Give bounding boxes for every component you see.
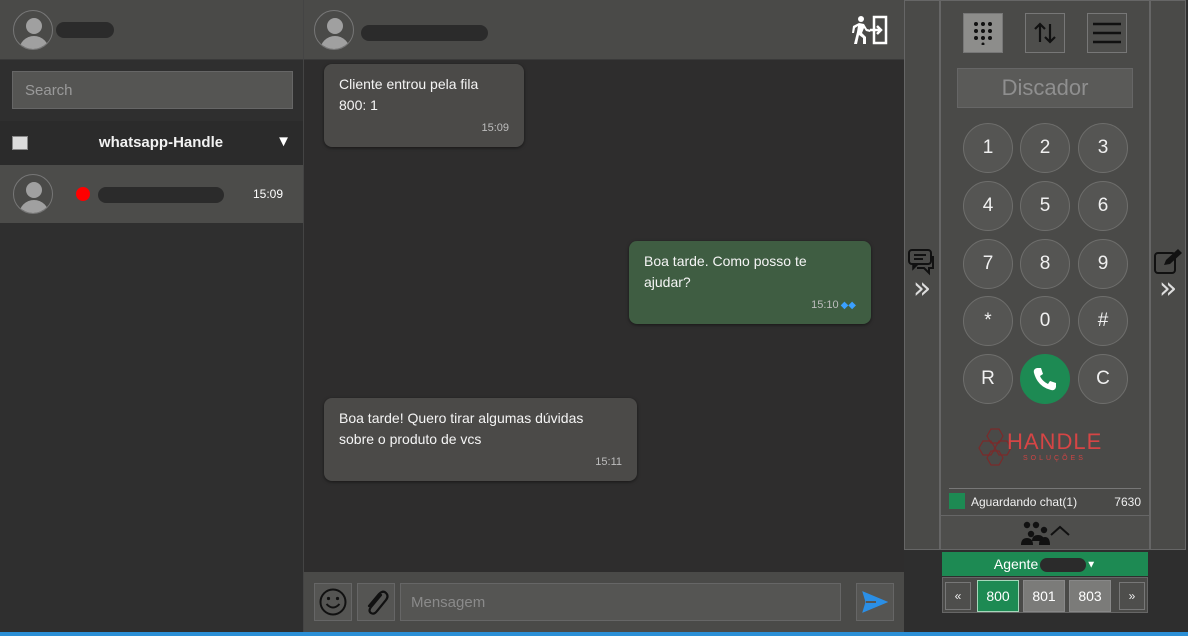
conversation-sidebar: whatsapp-Handle ▼ 15:09: [0, 0, 304, 632]
dial-key-0[interactable]: 0: [1020, 296, 1070, 346]
queue-next-button[interactable]: »: [1119, 582, 1145, 610]
redacted-contact-name: [98, 187, 224, 203]
message-outgoing: Boa tarde. Como posso te ajudar? 15:10 ◆◆: [629, 241, 871, 324]
message-incoming: Boa tarde! Quero tirar algumas dúvidas s…: [324, 398, 637, 481]
users-group-icon: [1021, 521, 1070, 545]
contact-avatar: [13, 174, 53, 214]
emoji-button[interactable]: [314, 583, 352, 621]
search-input[interactable]: [12, 71, 293, 109]
message-text: Boa tarde! Quero tirar algumas dúvidas s…: [339, 410, 584, 447]
read-receipt-icon: ◆◆: [840, 300, 856, 311]
paperclip-icon: [367, 590, 389, 615]
queue-selector: « 800 801 803 »: [942, 577, 1148, 613]
app-root: whatsapp-Handle ▼ 15:09 Client: [0, 0, 1188, 636]
notes-toggle[interactable]: »: [1150, 0, 1186, 550]
unread-status-dot: [76, 187, 90, 201]
dial-key-1[interactable]: 1: [963, 123, 1013, 173]
clear-key[interactable]: C: [1078, 354, 1128, 404]
dial-key-4[interactable]: 4: [963, 181, 1013, 231]
agent-selector[interactable]: Agente ▼: [942, 552, 1148, 576]
chat-panel: Cliente entrou pela fila 800: 1 15:09 Bo…: [304, 0, 904, 632]
queue-801[interactable]: 801: [1023, 580, 1065, 612]
queue-prev-button[interactable]: «: [945, 582, 971, 610]
keypad-icon: [974, 22, 992, 45]
dial-key-8[interactable]: 8: [1020, 239, 1070, 289]
agent-label: Agente: [993, 556, 1039, 572]
menu-button[interactable]: [1087, 13, 1127, 53]
message-time: 15:09: [481, 122, 509, 134]
message-time-row: 15:10 ◆◆: [644, 295, 856, 316]
sidebar-header: [0, 0, 303, 60]
queue-803[interactable]: 803: [1069, 580, 1111, 612]
chat-contact-avatar: [314, 10, 354, 50]
chevron-right-icon: »: [912, 271, 932, 306]
dial-number-display[interactable]: Discador: [957, 68, 1133, 108]
extension-number: 7630: [1114, 495, 1141, 509]
dial-key-2[interactable]: 2: [1020, 123, 1070, 173]
message-text: Boa tarde. Como posso te ajudar?: [644, 253, 807, 290]
smiley-icon: [319, 588, 347, 616]
call-button[interactable]: [1020, 354, 1070, 404]
message-time: 15:11: [595, 456, 622, 468]
agent-status-row: Aguardando chat(1) 7630: [949, 488, 1141, 514]
queue-800[interactable]: 800: [977, 580, 1019, 612]
redacted-username: [56, 22, 114, 38]
status-label: Aguardando chat(1): [971, 495, 1078, 509]
window-bottom-border: [0, 632, 1188, 636]
swap-vertical-icon: [1034, 22, 1056, 44]
caret-down-icon: ▼: [1086, 559, 1097, 571]
redacted-chat-contact-name: [361, 25, 488, 41]
redial-key[interactable]: R: [963, 354, 1013, 404]
exit-chat-icon[interactable]: [850, 14, 890, 46]
group-header[interactable]: whatsapp-Handle ▼: [0, 121, 303, 165]
dial-key-7[interactable]: 7: [963, 239, 1013, 289]
dial-key-star[interactable]: *: [963, 296, 1013, 346]
chat-header: [304, 0, 904, 60]
message-time: 15:10: [811, 299, 839, 311]
send-button[interactable]: [856, 583, 894, 621]
dial-key-hash[interactable]: #: [1078, 296, 1128, 346]
chevron-right-icon: »: [1158, 271, 1178, 306]
message-input[interactable]: [400, 583, 841, 621]
message-composer: [304, 572, 904, 632]
status-indicator: [949, 493, 965, 509]
contact-list-item[interactable]: 15:09: [0, 165, 303, 223]
handle-logo: HANDLE SOLUÇÕES: [977, 423, 1107, 471]
logo-sub: SOLUÇÕES: [1023, 453, 1086, 462]
keypad-button[interactable]: [963, 13, 1003, 53]
contact-time: 15:09: [252, 187, 283, 201]
dialer-panel: Discador 1 2 3 4 5 6 7 8 9 * 0 # R C HAN…: [940, 0, 1150, 550]
logo-brand: HANDLE: [1007, 429, 1102, 454]
dial-key-6[interactable]: 6: [1078, 181, 1128, 231]
attach-button[interactable]: [357, 583, 395, 621]
chat-list-toggle[interactable]: »: [904, 0, 940, 550]
message-incoming: Cliente entrou pela fila 800: 1 15:09: [324, 64, 524, 147]
phone-icon: [1033, 368, 1056, 391]
redacted-agent-name: [1040, 558, 1087, 573]
send-icon: [862, 591, 888, 613]
transfer-button[interactable]: [1025, 13, 1065, 53]
queue-toggle[interactable]: [941, 515, 1149, 549]
hamburger-menu-icon: [1093, 22, 1121, 44]
user-avatar[interactable]: [13, 10, 53, 50]
dial-key-5[interactable]: 5: [1020, 181, 1070, 231]
dial-key-9[interactable]: 9: [1078, 239, 1128, 289]
message-text: Cliente entrou pela fila 800: 1: [339, 76, 479, 113]
dial-key-3[interactable]: 3: [1078, 123, 1128, 173]
caret-down-icon[interactable]: ▼: [276, 133, 291, 150]
group-title: whatsapp-Handle: [98, 134, 224, 151]
